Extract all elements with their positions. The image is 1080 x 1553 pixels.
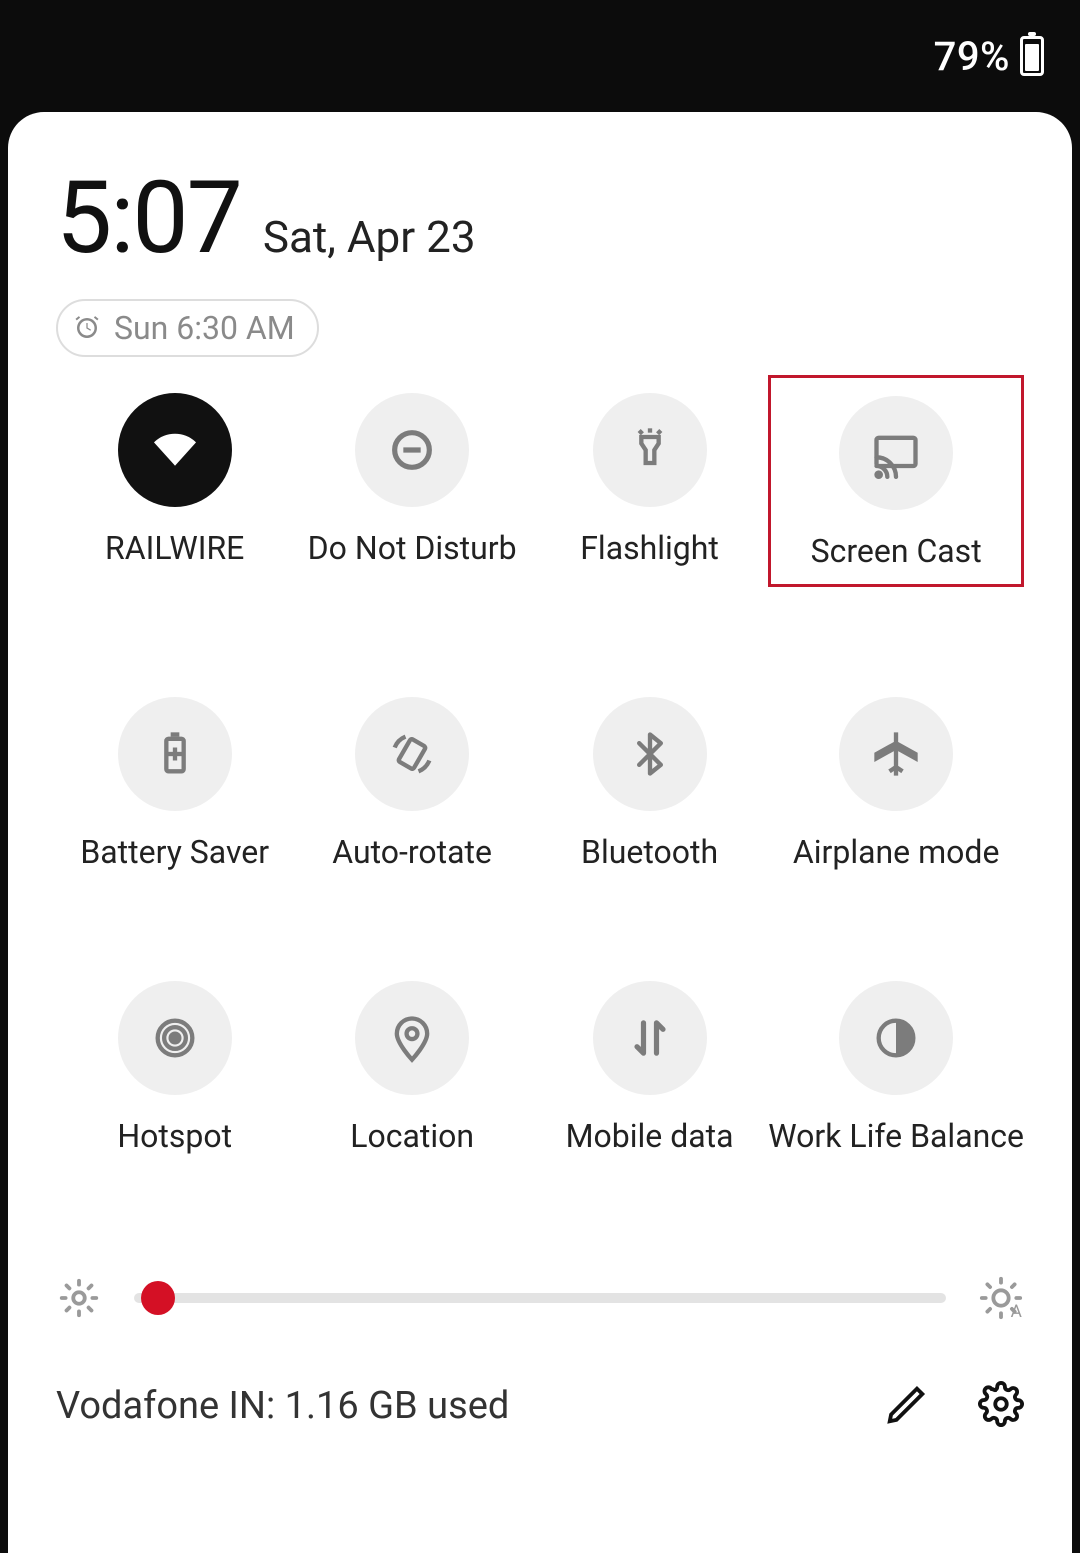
tile-work-life-balance[interactable]: Work Life Balance: [768, 981, 1024, 1155]
brightness-slider[interactable]: [134, 1280, 946, 1316]
mobile-data-icon: [593, 981, 707, 1095]
tile-label: Location: [350, 1117, 474, 1155]
work-life-icon: [839, 981, 953, 1095]
hotspot-icon: [118, 981, 232, 1095]
airplane-icon: [839, 697, 953, 811]
tile-label: Airplane mode: [793, 833, 1000, 871]
tile-label: Hotspot: [117, 1117, 232, 1155]
slider-thumb[interactable]: [141, 1281, 175, 1315]
tile-label: Bluetooth: [581, 833, 718, 871]
tile-location[interactable]: Location: [293, 981, 530, 1155]
tile-battery-saver[interactable]: Battery Saver: [56, 697, 293, 871]
status-bar: 79%: [0, 0, 1080, 112]
battery-icon: [1020, 36, 1044, 76]
bluetooth-icon: [593, 697, 707, 811]
brightness-low-icon: [56, 1275, 102, 1321]
slider-track: [134, 1293, 946, 1303]
flashlight-icon: [593, 393, 707, 507]
svg-text:A: A: [1011, 1302, 1023, 1321]
header: 5:07 Sat, Apr 23: [56, 160, 1024, 277]
battery-percent: 79%: [934, 33, 1010, 80]
tile-airplane-mode[interactable]: Airplane mode: [768, 697, 1024, 871]
tile-flashlight[interactable]: Flashlight: [531, 393, 768, 587]
tile-bluetooth[interactable]: Bluetooth: [531, 697, 768, 871]
alarm-time: Sun 6:30 AM: [114, 309, 295, 347]
settings-button[interactable]: [978, 1381, 1024, 1431]
edit-button[interactable]: [884, 1381, 930, 1431]
tile-label: Do Not Disturb: [308, 529, 517, 567]
tile-label: RAILWIRE: [105, 529, 244, 567]
auto-rotate-icon: [355, 697, 469, 811]
tile-screen-cast[interactable]: Screen Cast: [768, 375, 1024, 587]
tile-wifi[interactable]: RAILWIRE: [56, 393, 293, 587]
tile-label: Screen Cast: [811, 532, 982, 570]
date[interactable]: Sat, Apr 23: [263, 211, 476, 263]
tile-label: Auto-rotate: [332, 833, 492, 871]
data-usage-text[interactable]: Vodafone IN: 1.16 GB used: [56, 1384, 509, 1428]
auto-brightness-icon[interactable]: A: [978, 1275, 1024, 1321]
clock[interactable]: 5:07: [56, 160, 241, 277]
tile-hotspot[interactable]: Hotspot: [56, 981, 293, 1155]
tile-mobile-data[interactable]: Mobile data: [531, 981, 768, 1155]
tile-label: Mobile data: [566, 1117, 734, 1155]
dnd-icon: [355, 393, 469, 507]
footer-row: Vodafone IN: 1.16 GB used: [56, 1381, 1024, 1431]
location-icon: [355, 981, 469, 1095]
alarm-chip[interactable]: Sun 6:30 AM: [56, 299, 319, 357]
brightness-row: A: [56, 1275, 1024, 1321]
tile-label: Flashlight: [580, 529, 719, 567]
alarm-clock-icon: [72, 313, 102, 343]
tile-label: Battery Saver: [80, 833, 269, 871]
tile-dnd[interactable]: Do Not Disturb: [293, 393, 530, 587]
wifi-icon: [118, 393, 232, 507]
cast-icon: [839, 396, 953, 510]
quick-tiles-grid: RAILWIRE Do Not Disturb Flashlight Scree…: [56, 393, 1024, 1155]
battery-saver-icon: [118, 697, 232, 811]
tile-auto-rotate[interactable]: Auto-rotate: [293, 697, 530, 871]
tile-label: Work Life Balance: [768, 1117, 1024, 1155]
quick-settings-panel: 5:07 Sat, Apr 23 Sun 6:30 AM RAILWIRE Do…: [8, 112, 1072, 1553]
